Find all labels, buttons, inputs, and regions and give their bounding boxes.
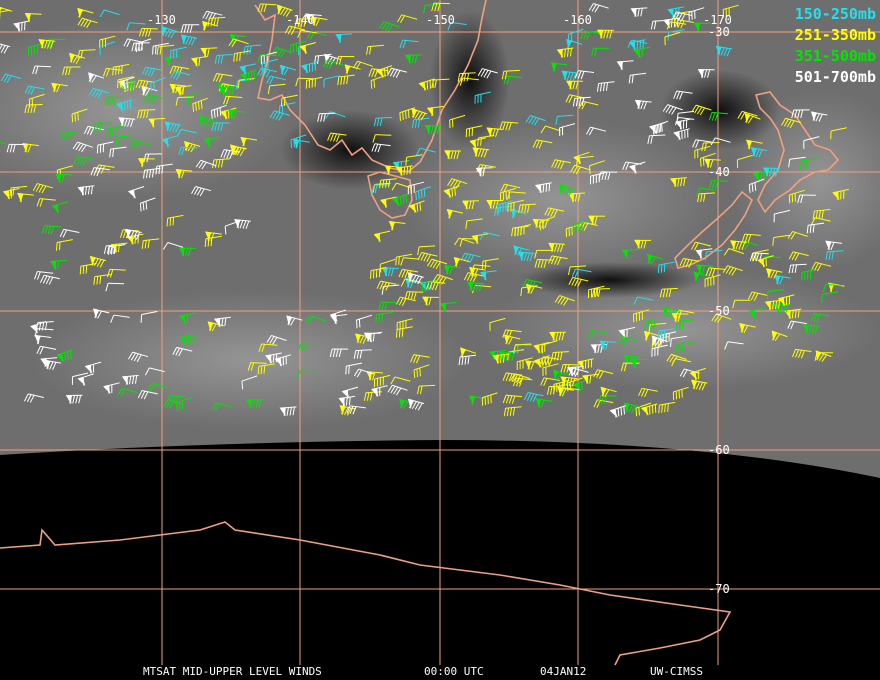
lat-label-40: -40 <box>708 165 730 179</box>
footer-time: 00:00 UTC <box>424 665 484 678</box>
footer-date: 04JAN12 <box>540 665 587 678</box>
footer-caption: MTSAT MID-UPPER LEVEL WINDS 00:00 UTC 04… <box>0 664 880 680</box>
lon-label-160: -160 <box>563 13 592 27</box>
lat-label-70: -70 <box>708 582 730 596</box>
legend-351-500: 351-500mb <box>794 47 876 65</box>
pressure-legend: 150-250mb 251-350mb 351-500mb 501-700mb <box>795 4 876 88</box>
lat-label-30: -30 <box>708 25 730 39</box>
lon-label-140: -140 <box>286 13 315 27</box>
lat-label-50: -50 <box>708 304 730 318</box>
footer-source: UW-CIMSS <box>650 665 703 678</box>
satellite-map[interactable] <box>0 0 880 680</box>
lat-label-60: -60 <box>708 443 730 457</box>
antarctica-coast <box>0 521 732 666</box>
legend-501-700: 501-700mb <box>794 68 876 86</box>
footer-title: MTSAT MID-UPPER LEVEL WINDS <box>143 665 322 678</box>
legend-150-250: 150-250mb <box>794 5 876 23</box>
lon-label-150: -150 <box>426 13 455 27</box>
legend-251-350: 251-350mb <box>794 26 876 44</box>
lon-label-130: -130 <box>147 13 176 27</box>
